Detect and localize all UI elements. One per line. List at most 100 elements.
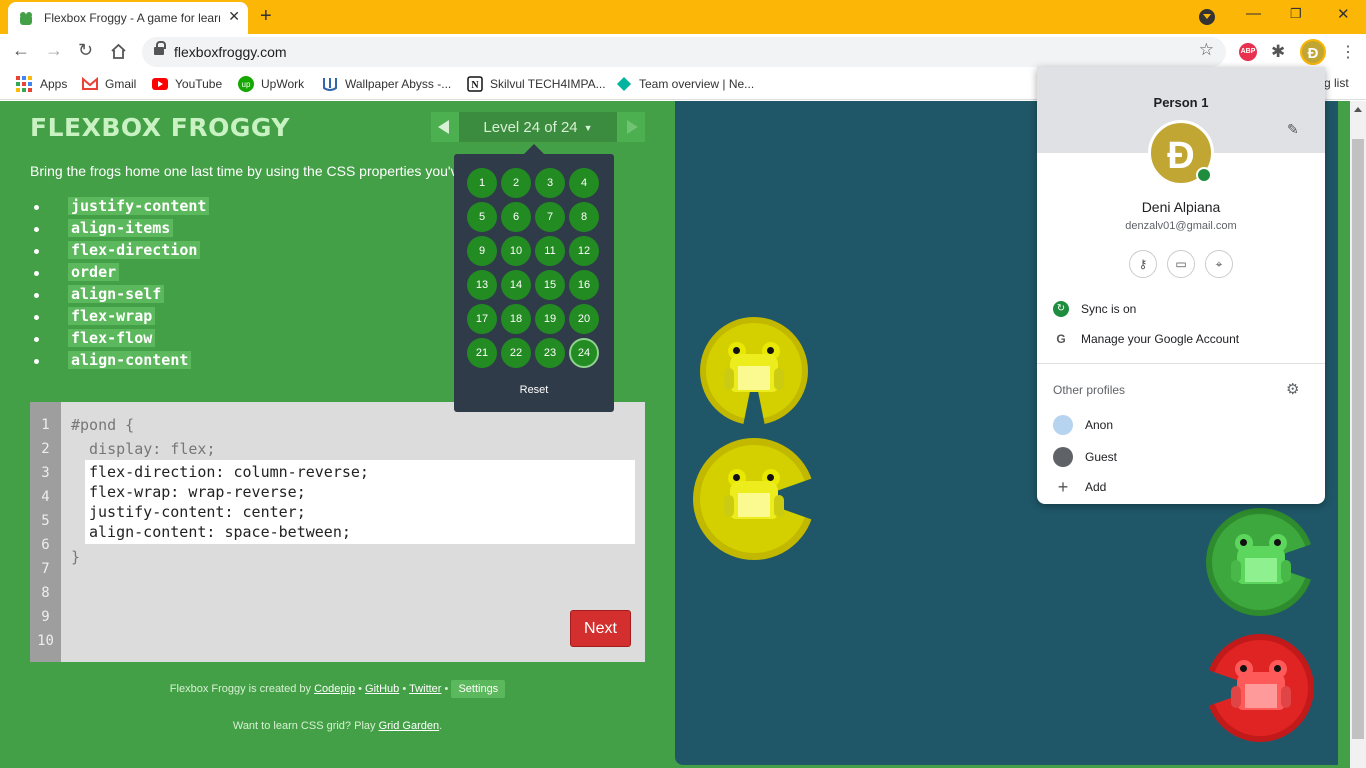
code-input[interactable]: flex-direction: column-reverse; flex-wra… [85,460,635,544]
level-selector[interactable]: Level 24 of 24 ▼ [431,112,645,142]
frog-leg [724,368,734,390]
property-code[interactable]: align-self [68,285,165,303]
property-code[interactable]: align-items [68,219,174,237]
level-button[interactable]: 19 [535,304,565,334]
level-button[interactable]: 8 [569,202,599,232]
level-button[interactable]: 5 [467,202,497,232]
line-number: 10 [37,633,54,649]
browser-tab[interactable]: Flexbox Froggy - A game for learning CSS… [8,2,248,34]
profile-title: Person 1 [1153,95,1209,110]
level-button[interactable]: 18 [501,304,531,334]
level-button-current[interactable]: 24 [569,338,599,368]
extensions-puzzle-icon[interactable]: ✱ [1271,42,1285,62]
bookmark-youtube[interactable]: YouTube [152,76,222,92]
github-link[interactable]: GitHub [365,683,399,695]
grid-garden-link[interactable]: Grid Garden [379,720,440,732]
level-button[interactable]: 9 [467,236,497,266]
level-indicator[interactable]: Level 24 of 24 ▼ [459,119,617,136]
level-button[interactable]: 12 [569,236,599,266]
bookmark-skilvul[interactable]: N Skilvul TECH4IMPA... [467,76,606,92]
back-icon[interactable]: ← [12,40,30,61]
level-button[interactable]: 23 [535,338,565,368]
level-button[interactable]: 1 [467,168,497,198]
level-button[interactable]: 15 [535,270,565,300]
profile-guest-row[interactable]: Guest [1053,447,1117,467]
profile-avatar-button[interactable]: Ð [1300,39,1326,65]
level-label: Level 24 of 24 [483,119,578,136]
codepip-link[interactable]: Codepip [314,683,355,695]
level-button[interactable]: 10 [501,236,531,266]
profile-menu: Person 1 ✎ Ð Deni Alpiana denzalv01@gmai… [1037,67,1325,504]
bookmark-upwork[interactable]: up UpWork [238,76,304,92]
url-text: flexboxfroggy.com [174,44,287,60]
level-button[interactable]: 16 [569,270,599,300]
red-frog [1231,660,1291,710]
bookmark-team-overview[interactable]: Team overview | Ne... [616,76,754,92]
grid-promo-text: Want to learn CSS grid? Play [232,720,376,732]
profile-anon-row[interactable]: Anon [1053,415,1113,435]
bookmark-reading-list[interactable]: g list [1324,76,1349,90]
bookmark-gmail[interactable]: Gmail [82,76,136,92]
property-code[interactable]: flex-flow [68,329,156,347]
level-button[interactable]: 6 [501,202,531,232]
adblock-plus-icon[interactable]: ABP [1239,43,1257,61]
page-scrollbar[interactable] [1350,101,1366,768]
bookmark-star-icon[interactable]: ☆ [1199,40,1214,60]
forward-icon[interactable]: → [45,40,63,61]
level-button[interactable]: 7 [535,202,565,232]
manage-account-row[interactable]: G Manage your Google Account [1053,331,1239,347]
tab-search-icon[interactable] [1199,9,1215,25]
bookmark-wallpaper-abyss[interactable]: Wallpaper Abyss -... [322,76,451,92]
twitter-link[interactable]: Twitter [409,683,441,695]
lock-icon[interactable] [154,41,166,57]
level-button[interactable]: 20 [569,304,599,334]
level-button[interactable]: 4 [569,168,599,198]
frog-leg [774,495,784,517]
reset-button[interactable]: Reset [454,384,614,396]
scroll-thumb[interactable] [1352,139,1364,739]
level-button[interactable]: 13 [467,270,497,300]
level-button[interactable]: 17 [467,304,497,334]
level-button[interactable]: 22 [501,338,531,368]
list-item: flex-direction [33,241,209,263]
close-window-icon[interactable]: ✕ [1337,5,1350,23]
reload-icon[interactable]: ↻ [78,40,93,61]
frog-leg [774,368,784,390]
bookmark-apps[interactable]: Apps [16,76,67,92]
level-button[interactable]: 2 [501,168,531,198]
property-code[interactable]: order [68,263,120,281]
property-code[interactable]: flex-wrap [68,307,156,325]
home-icon[interactable] [110,43,127,60]
level-button[interactable]: 14 [501,270,531,300]
property-code[interactable]: justify-content [68,197,210,215]
settings-button[interactable]: Settings [451,680,506,698]
gear-icon[interactable]: ⚙ [1286,380,1299,398]
credits-text: Flexbox Froggy is created by [169,683,312,695]
payment-card-icon[interactable]: ▭ [1167,250,1195,278]
property-code[interactable]: align-content [68,351,192,369]
level-button[interactable]: 21 [467,338,497,368]
bookmark-label: Apps [40,77,68,91]
wallpaper-abyss-icon [323,78,337,91]
property-code[interactable]: flex-direction [68,241,201,259]
new-tab-icon[interactable]: + [260,5,272,28]
sync-status-row[interactable]: ↻ Sync is on [1053,301,1136,317]
edit-pencil-icon[interactable]: ✎ [1287,121,1299,138]
passwords-key-icon[interactable]: ⚷ [1129,250,1157,278]
scroll-up-arrow-icon[interactable] [1354,107,1362,112]
level-button[interactable]: 3 [535,168,565,198]
close-tab-icon[interactable]: ✕ [228,8,240,25]
restore-icon[interactable]: ❐ [1290,6,1302,22]
level-button[interactable]: 11 [535,236,565,266]
next-level-arrow-icon[interactable] [617,112,645,142]
minimize-icon[interactable]: — [1246,5,1261,22]
addresses-pin-icon[interactable]: ⌖ [1205,250,1233,278]
code-input-line: flex-direction: column-reverse; [89,463,369,481]
more-menu-icon[interactable]: ⋮ [1340,42,1356,62]
code-input-line: flex-wrap: wrap-reverse; [89,483,306,501]
property-list: justify-content align-items flex-directi… [33,197,210,373]
address-bar[interactable]: flexboxfroggy.com ☆ [142,37,1226,67]
add-profile-row[interactable]: + Add [1053,478,1107,496]
previous-level-arrow-icon[interactable] [431,112,459,142]
next-button[interactable]: Next [570,610,631,647]
